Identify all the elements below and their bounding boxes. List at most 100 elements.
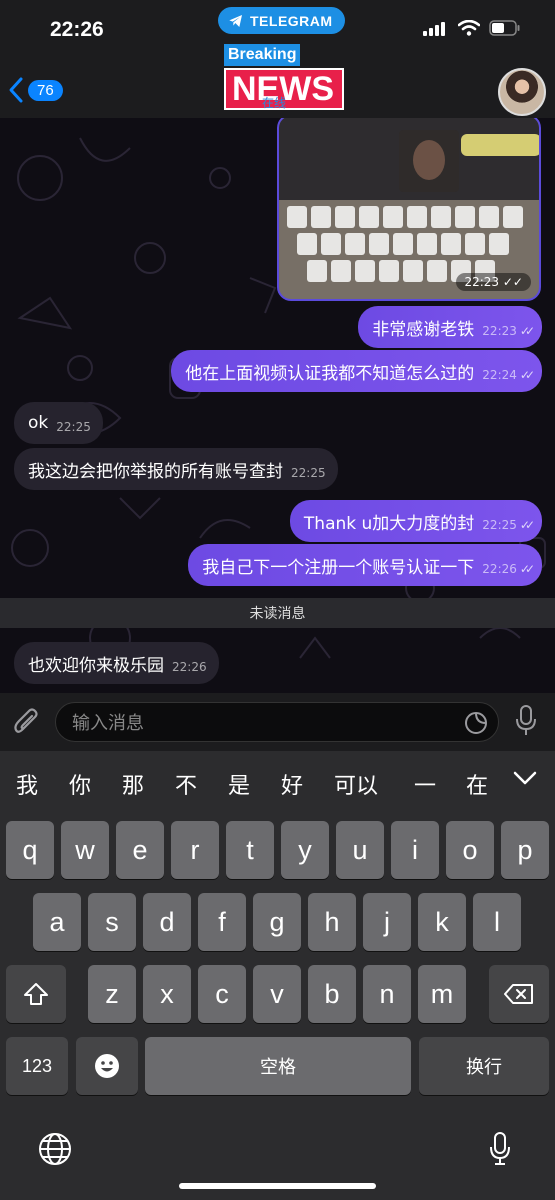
key-y[interactable]: y	[281, 821, 329, 879]
attach-icon[interactable]	[12, 706, 42, 738]
message-time: 22:23	[482, 324, 517, 338]
read-checkmarks-icon: ✓✓	[519, 324, 535, 338]
backspace-key[interactable]	[489, 965, 549, 1023]
keyboard: 我 你 那 不 是 好 可以 一 在 q w e r t y u i o p a…	[0, 751, 555, 1200]
signal-icon	[423, 20, 449, 36]
emoji-key[interactable]	[76, 1037, 138, 1095]
message-text: ok	[28, 413, 49, 433]
read-checkmarks-icon: ✓✓	[519, 368, 535, 382]
chat-area[interactable]: 22:23 ✓✓ 非常感谢老铁 22:23 ✓✓ 他在上面视频认证我都不知道怎么…	[0, 118, 555, 693]
message-bubble[interactable]: 他在上面视频认证我都不知道怎么过的 22:24 ✓✓	[171, 350, 542, 392]
candidate-word[interactable]: 一	[414, 768, 436, 800]
key-n[interactable]: n	[363, 965, 411, 1023]
contact-avatar[interactable]	[498, 68, 546, 116]
key-j[interactable]: j	[363, 893, 411, 951]
telegram-label: TELEGRAM	[250, 12, 333, 29]
message-bubble[interactable]: ok 22:25	[14, 402, 103, 444]
shift-key[interactable]	[6, 965, 66, 1023]
telegram-return-pill[interactable]: TELEGRAM	[218, 7, 345, 34]
unread-messages-divider: 未读消息	[0, 598, 555, 628]
key-b[interactable]: b	[308, 965, 356, 1023]
message-time: 22:25	[482, 518, 517, 532]
return-key[interactable]: 换行	[419, 1037, 549, 1095]
chat-header: 76 Breaking NEWS 在线	[0, 44, 555, 118]
message-time: 22:26	[482, 562, 517, 576]
key-v[interactable]: v	[253, 965, 301, 1023]
chat-status-subtitle: 在线	[262, 96, 287, 110]
key-o[interactable]: o	[446, 821, 494, 879]
message-input-bar	[0, 693, 555, 751]
key-i[interactable]: i	[391, 821, 439, 879]
message-text: 也欢迎你来极乐园	[28, 655, 164, 676]
unread-count-badge: 76	[28, 79, 63, 101]
status-time: 22:26	[50, 18, 104, 41]
chevron-left-icon	[9, 77, 23, 103]
key-w[interactable]: w	[61, 821, 109, 879]
key-k[interactable]: k	[418, 893, 466, 951]
key-t[interactable]: t	[226, 821, 274, 879]
wifi-icon	[458, 20, 480, 36]
chevron-down-icon[interactable]	[512, 769, 538, 787]
microphone-icon[interactable]	[514, 704, 538, 738]
key-l[interactable]: l	[473, 893, 521, 951]
globe-icon[interactable]	[37, 1131, 73, 1167]
candidate-word[interactable]: 不	[175, 768, 197, 800]
logo-breaking-text: Breaking	[224, 44, 301, 66]
candidate-word[interactable]: 是	[228, 768, 250, 800]
emoji-icon	[95, 1054, 119, 1078]
key-c[interactable]: c	[198, 965, 246, 1023]
message-text: 我这边会把你举报的所有账号查封	[28, 461, 283, 482]
message-bubble[interactable]: 非常感谢老铁 22:23 ✓✓	[358, 306, 542, 348]
read-checkmarks-icon: ✓✓	[519, 518, 535, 532]
battery-icon	[489, 20, 520, 36]
message-text: 我自己下一个注册一个账号认证一下	[202, 557, 475, 578]
dictation-mic-icon[interactable]	[488, 1131, 512, 1167]
message-time: 22:26	[172, 660, 207, 674]
key-p[interactable]: p	[501, 821, 549, 879]
candidate-word[interactable]: 好	[281, 768, 303, 800]
message-field[interactable]	[55, 702, 499, 742]
key-g[interactable]: g	[253, 893, 301, 951]
photo-timestamp: 22:23 ✓✓	[456, 273, 531, 291]
candidate-word[interactable]: 那	[122, 768, 144, 800]
message-time: 22:25	[56, 420, 91, 434]
backspace-icon	[504, 984, 533, 1004]
key-s[interactable]: s	[88, 893, 136, 951]
message-bubble[interactable]: 我自己下一个注册一个账号认证一下 22:26 ✓✓	[188, 544, 542, 586]
key-f[interactable]: f	[198, 893, 246, 951]
back-button[interactable]: 76	[8, 76, 63, 104]
key-a[interactable]: a	[33, 893, 81, 951]
key-d[interactable]: d	[143, 893, 191, 951]
home-indicator[interactable]	[179, 1183, 376, 1189]
key-q[interactable]: q	[6, 821, 54, 879]
message-time: 22:24	[482, 368, 517, 382]
key-h[interactable]: h	[308, 893, 356, 951]
key-z[interactable]: z	[88, 965, 136, 1023]
message-bubble[interactable]: 我这边会把你举报的所有账号查封 22:25	[14, 448, 338, 490]
candidate-word[interactable]: 你	[69, 768, 91, 800]
space-key[interactable]: 空格	[145, 1037, 411, 1095]
message-text: Thank u加大力度的封	[303, 513, 475, 534]
key-m[interactable]: m	[418, 965, 466, 1023]
shift-icon	[24, 983, 48, 1005]
message-text: 非常感谢老铁	[372, 319, 475, 340]
telegram-icon	[229, 14, 242, 27]
candidate-word[interactable]: 在	[466, 768, 488, 800]
message-bubble[interactable]: 也欢迎你来极乐园 22:26	[14, 642, 219, 684]
numbers-key[interactable]: 123	[6, 1037, 68, 1095]
photo-message[interactable]: 22:23 ✓✓	[277, 118, 541, 301]
key-u[interactable]: u	[336, 821, 384, 879]
candidate-bar: 我 你 那 不 是 好 可以 一 在	[0, 751, 555, 809]
message-time: 22:25	[291, 466, 326, 480]
candidate-word[interactable]: 我	[16, 768, 38, 800]
key-r[interactable]: r	[171, 821, 219, 879]
read-checkmarks-icon: ✓✓	[519, 562, 535, 576]
sticker-icon[interactable]	[464, 711, 488, 735]
message-text: 他在上面视频认证我都不知道怎么过的	[185, 363, 475, 384]
key-x[interactable]: x	[143, 965, 191, 1023]
candidate-word[interactable]: 可以	[334, 768, 378, 800]
status-bar: 22:26 TELEGRAM	[0, 0, 555, 50]
key-e[interactable]: e	[116, 821, 164, 879]
message-input[interactable]	[72, 710, 452, 736]
message-bubble[interactable]: Thank u加大力度的封 22:25 ✓✓	[289, 500, 542, 542]
